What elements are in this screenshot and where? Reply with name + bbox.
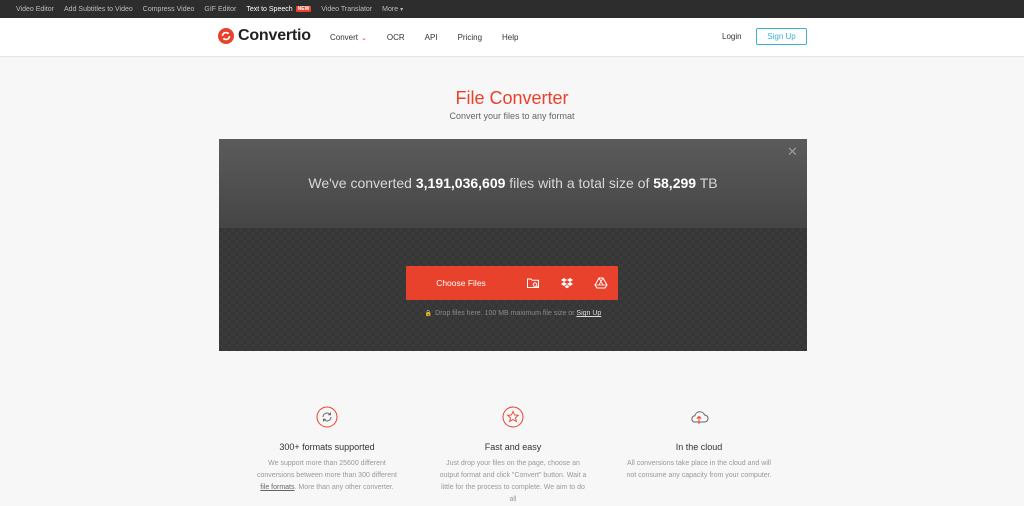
cloud-upload-icon (691, 411, 709, 424)
main-nav: Convert ⌄ OCR API Pricing Help (330, 18, 538, 57)
file-formats-link[interactable]: file formats (260, 484, 294, 491)
drop-note-text: Drop files here. 100 MB maximum file siz… (435, 310, 575, 317)
dropbox-button[interactable] (550, 266, 584, 300)
refresh-circle-icon (316, 406, 338, 428)
new-badge: NEW (295, 5, 312, 12)
topbar-link-video-translator[interactable]: Video Translator (321, 6, 372, 13)
topbar-link-text-to-speech[interactable]: Text to Speech NEW (246, 5, 312, 13)
top-tools-bar: Video Editor Add Subtitles to Video Comp… (0, 0, 1024, 18)
feature-formats-text-before: We support more than 25600 different con… (257, 460, 397, 479)
google-drive-icon (594, 277, 608, 289)
feature-formats: 300+ formats supported We support more t… (227, 406, 427, 494)
nav-api[interactable]: API (425, 33, 438, 42)
nav-help[interactable]: Help (502, 33, 518, 42)
topbar-more-label: More (382, 5, 399, 13)
google-drive-button[interactable] (584, 266, 618, 300)
topbar-link-add-subtitles[interactable]: Add Subtitles to Video (64, 6, 133, 13)
feature-formats-text-after: . More than any other converter. (294, 484, 394, 491)
login-link[interactable]: Login (722, 32, 742, 41)
converter-panel: ✕ We've converted 3,191,036,609 files wi… (219, 139, 807, 351)
stats-prefix: We've converted (308, 175, 412, 191)
page-subtitle: Convert your files to any format (449, 111, 575, 121)
chevron-down-icon: ⌄ (361, 35, 367, 42)
folder-search-icon (527, 278, 539, 288)
feature-fast-title: Fast and easy (484, 442, 542, 452)
tools-links: Video Editor Add Subtitles to Video Comp… (16, 0, 403, 18)
nav-convert-label: Convert (330, 33, 359, 42)
topbar-link-video-editor[interactable]: Video Editor (16, 6, 54, 13)
from-url-button[interactable] (516, 266, 550, 300)
logo-text: Convertio (238, 27, 311, 44)
drop-note: 🔒 Drop files here. 100 MB maximum file si… (219, 310, 807, 317)
choose-files-bar: Choose Files (406, 266, 618, 300)
choose-files-button[interactable]: Choose Files (406, 278, 516, 288)
files-count: 3,191,036,609 (415, 175, 506, 191)
star-circle-icon (502, 406, 524, 428)
topbar-link-compress-video[interactable]: Compress Video (143, 6, 195, 13)
main-header: Convertio Convert ⌄ OCR API Pricing Help … (0, 18, 1024, 57)
feature-cloud-title: In the cloud (675, 442, 723, 452)
topbar-link-text-to-speech-label: Text to Speech (246, 5, 293, 13)
convertio-logo-icon (218, 28, 234, 44)
feature-cloud: In the cloud All conversions take place … (599, 406, 799, 482)
lock-icon: 🔒 (424, 311, 433, 317)
feature-fast-text: Just drop your files on the page, choose… (439, 460, 587, 503)
signup-button[interactable]: Sign Up (756, 28, 807, 45)
feature-fast: Fast and easy Just drop your files on th… (413, 406, 613, 506)
caret-down-icon: ▾ (400, 6, 404, 13)
total-size: 58,299 (653, 175, 697, 191)
close-icon[interactable]: ✕ (787, 145, 798, 158)
size-unit: TB (699, 175, 718, 191)
page-title: File Converter (455, 88, 569, 108)
topbar-more-menu[interactable]: More ▾ (382, 6, 403, 13)
nav-convert[interactable]: Convert ⌄ (330, 33, 367, 42)
stats-middle: files with a total size of (509, 175, 650, 191)
conversion-stats: We've converted 3,191,036,609 files with… (219, 175, 807, 191)
nav-ocr[interactable]: OCR (387, 33, 405, 42)
feature-formats-text: We support more than 25600 different con… (227, 458, 427, 494)
dropbox-icon (561, 278, 573, 289)
drop-signup-link[interactable]: Sign Up (576, 310, 601, 317)
nav-pricing[interactable]: Pricing (458, 33, 482, 42)
feature-formats-title: 300+ formats supported (279, 442, 375, 452)
logo[interactable]: Convertio (218, 27, 311, 45)
feature-cloud-text: All conversions take place in the cloud … (626, 460, 772, 479)
topbar-link-gif-editor[interactable]: GIF Editor (204, 6, 236, 13)
